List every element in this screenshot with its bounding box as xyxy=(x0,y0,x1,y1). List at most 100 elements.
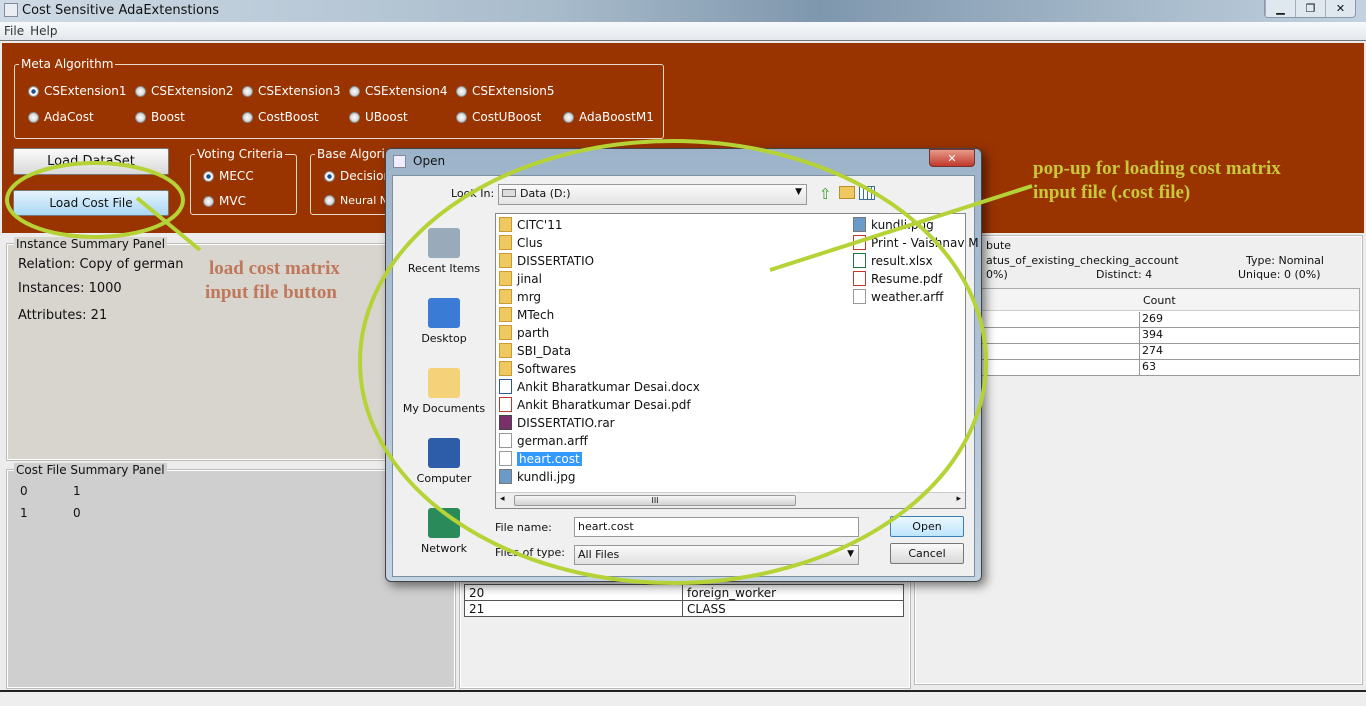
menu-help[interactable]: Help xyxy=(30,24,57,38)
radio-csextension1[interactable]: CSExtension1 xyxy=(28,84,127,98)
file-item[interactable]: german.arff xyxy=(499,433,588,448)
file-item[interactable]: result.xlsx xyxy=(853,253,933,268)
table-row[interactable]: 394 xyxy=(981,328,1359,344)
place-recent-items[interactable]: Recent Items xyxy=(395,228,493,275)
file-item[interactable]: Clus xyxy=(499,235,543,250)
cost-panel-title: Cost File Summary Panel xyxy=(14,463,167,477)
file-item[interactable]: weather.arff xyxy=(853,289,943,304)
file-icon xyxy=(853,289,866,304)
file-name-label: File name: xyxy=(495,521,552,534)
table-row[interactable]: 21 CLASS xyxy=(464,600,904,617)
file-item[interactable]: kundli.png xyxy=(853,217,934,232)
cost-cell: 1 xyxy=(73,484,81,498)
file-item[interactable]: SBI_Data xyxy=(499,343,571,358)
radio-boost[interactable]: Boost xyxy=(135,110,185,124)
view-menu-icon[interactable] xyxy=(859,186,875,200)
file-item[interactable]: Ankit Bharatkumar Desai.docx xyxy=(499,379,700,394)
place-desktop[interactable]: Desktop xyxy=(395,298,493,345)
close-button[interactable]: ✕ xyxy=(1325,0,1355,17)
computer-icon xyxy=(428,438,460,468)
image-icon xyxy=(499,469,512,484)
scrollbar-thumb[interactable]: III xyxy=(514,495,796,506)
radio-csextension5[interactable]: CSExtension5 xyxy=(456,84,555,98)
load-cost-file-button[interactable]: Load Cost File xyxy=(13,190,169,216)
look-in-dropdown[interactable]: Data (D:) ▼ xyxy=(498,184,807,205)
base-algorithm-label: Base Algori xyxy=(317,147,385,161)
radio-uboost[interactable]: UBoost xyxy=(349,110,408,124)
image-icon xyxy=(853,217,866,232)
menu-bar: File Help xyxy=(0,22,1366,41)
file-item[interactable]: DISSERTATIO.rar xyxy=(499,415,615,430)
title-bar: Cost Sensitive AdaExtenstions ▁ ❐ ✕ xyxy=(0,0,1366,22)
radio-csextension2[interactable]: CSExtension2 xyxy=(135,84,234,98)
java-icon xyxy=(393,155,406,168)
up-folder-icon[interactable]: ⇧ xyxy=(819,185,832,203)
file-item[interactable]: CITC'11 xyxy=(499,217,563,232)
open-button[interactable]: Open xyxy=(890,516,964,537)
chevron-down-icon: ▼ xyxy=(847,549,854,559)
network-icon xyxy=(428,508,460,538)
count-cell: 394 xyxy=(1139,328,1163,344)
excel-icon xyxy=(853,253,866,268)
new-folder-icon[interactable] xyxy=(839,186,855,199)
instance-panel-title: Instance Summary Panel xyxy=(14,237,168,251)
file-item[interactable]: DISSERTATIO xyxy=(499,253,594,268)
dialog-close-button[interactable]: ✕ xyxy=(929,149,975,167)
menu-file[interactable]: File xyxy=(4,24,24,38)
file-type-dropdown[interactable]: All Files ▼ xyxy=(574,545,859,565)
radio-costuboost[interactable]: CostUBoost xyxy=(456,110,541,124)
dialog-title: Open xyxy=(413,154,446,168)
file-item[interactable]: parth xyxy=(499,325,549,340)
radio-csextension4[interactable]: CSExtension4 xyxy=(349,84,448,98)
attributes-table: 20 foreign_worker 21 CLASS xyxy=(464,584,904,617)
radio-indicator xyxy=(563,111,574,123)
radio-mvc[interactable]: MVC xyxy=(203,194,246,208)
file-item[interactable]: mrg xyxy=(499,289,541,304)
radio-decision[interactable]: Decision xyxy=(324,169,391,183)
drive-icon xyxy=(502,189,516,197)
load-dataset-button[interactable]: Load DataSet xyxy=(13,148,169,175)
place-network[interactable]: Network xyxy=(395,508,493,555)
file-name-input[interactable]: heart.cost xyxy=(574,517,859,537)
rar-icon xyxy=(499,415,512,430)
scroll-left-icon[interactable]: ◂ xyxy=(500,494,505,504)
radio-csextension3[interactable]: CSExtension3 xyxy=(242,84,341,98)
file-icon xyxy=(499,433,512,448)
table-row[interactable]: 274 xyxy=(981,344,1359,360)
folder-icon xyxy=(499,217,512,232)
instances-text: Instances: 1000 xyxy=(18,281,122,296)
file-item[interactable]: MTech xyxy=(499,307,554,322)
place-computer[interactable]: Computer xyxy=(395,438,493,485)
radio-adacost[interactable]: AdaCost xyxy=(28,110,94,124)
place-my-documents[interactable]: My Documents xyxy=(395,368,493,415)
radio-mecc[interactable]: MECC xyxy=(203,169,254,183)
file-item[interactable]: Print - Vaishnav M xyxy=(853,235,979,250)
radio-indicator xyxy=(28,111,39,123)
radio-costboost[interactable]: CostBoost xyxy=(242,110,319,124)
file-item[interactable]: Softwares xyxy=(499,361,576,376)
table-row[interactable]: 20 foreign_worker xyxy=(464,584,904,601)
cancel-button[interactable]: Cancel xyxy=(890,543,964,564)
folder-icon xyxy=(499,361,512,376)
file-item[interactable]: heart.cost xyxy=(499,451,582,466)
folder-icon xyxy=(499,253,512,268)
recent-items-icon xyxy=(428,228,460,258)
radio-adaboostm1[interactable]: AdaBoostM1 xyxy=(563,110,654,124)
restore-button[interactable]: ❐ xyxy=(1295,0,1325,17)
folder-icon xyxy=(499,235,512,250)
file-list[interactable]: CITC'11 Clus DISSERTATIO jinal mrg MTech parth… xyxy=(495,213,979,509)
file-type-label: Files of type: xyxy=(495,546,566,559)
minimize-button[interactable]: ▁ xyxy=(1265,0,1295,17)
table-row[interactable]: 63 xyxy=(981,360,1359,376)
file-item[interactable]: kundli.jpg xyxy=(499,469,575,484)
file-item[interactable]: Resume.pdf xyxy=(853,271,942,286)
file-item[interactable]: Ankit Bharatkumar Desai.pdf xyxy=(499,397,691,412)
status-bar xyxy=(0,690,1366,706)
horizontal-scrollbar[interactable]: ◂ III ▸ xyxy=(496,492,965,508)
radio-indicator xyxy=(456,111,467,123)
count-table: Count 269 394 274 63 xyxy=(980,288,1360,376)
table-row[interactable]: 269 xyxy=(981,312,1359,328)
file-icon xyxy=(499,451,512,466)
file-item[interactable]: jinal xyxy=(499,271,542,286)
scroll-right-icon[interactable]: ▸ xyxy=(956,494,961,504)
